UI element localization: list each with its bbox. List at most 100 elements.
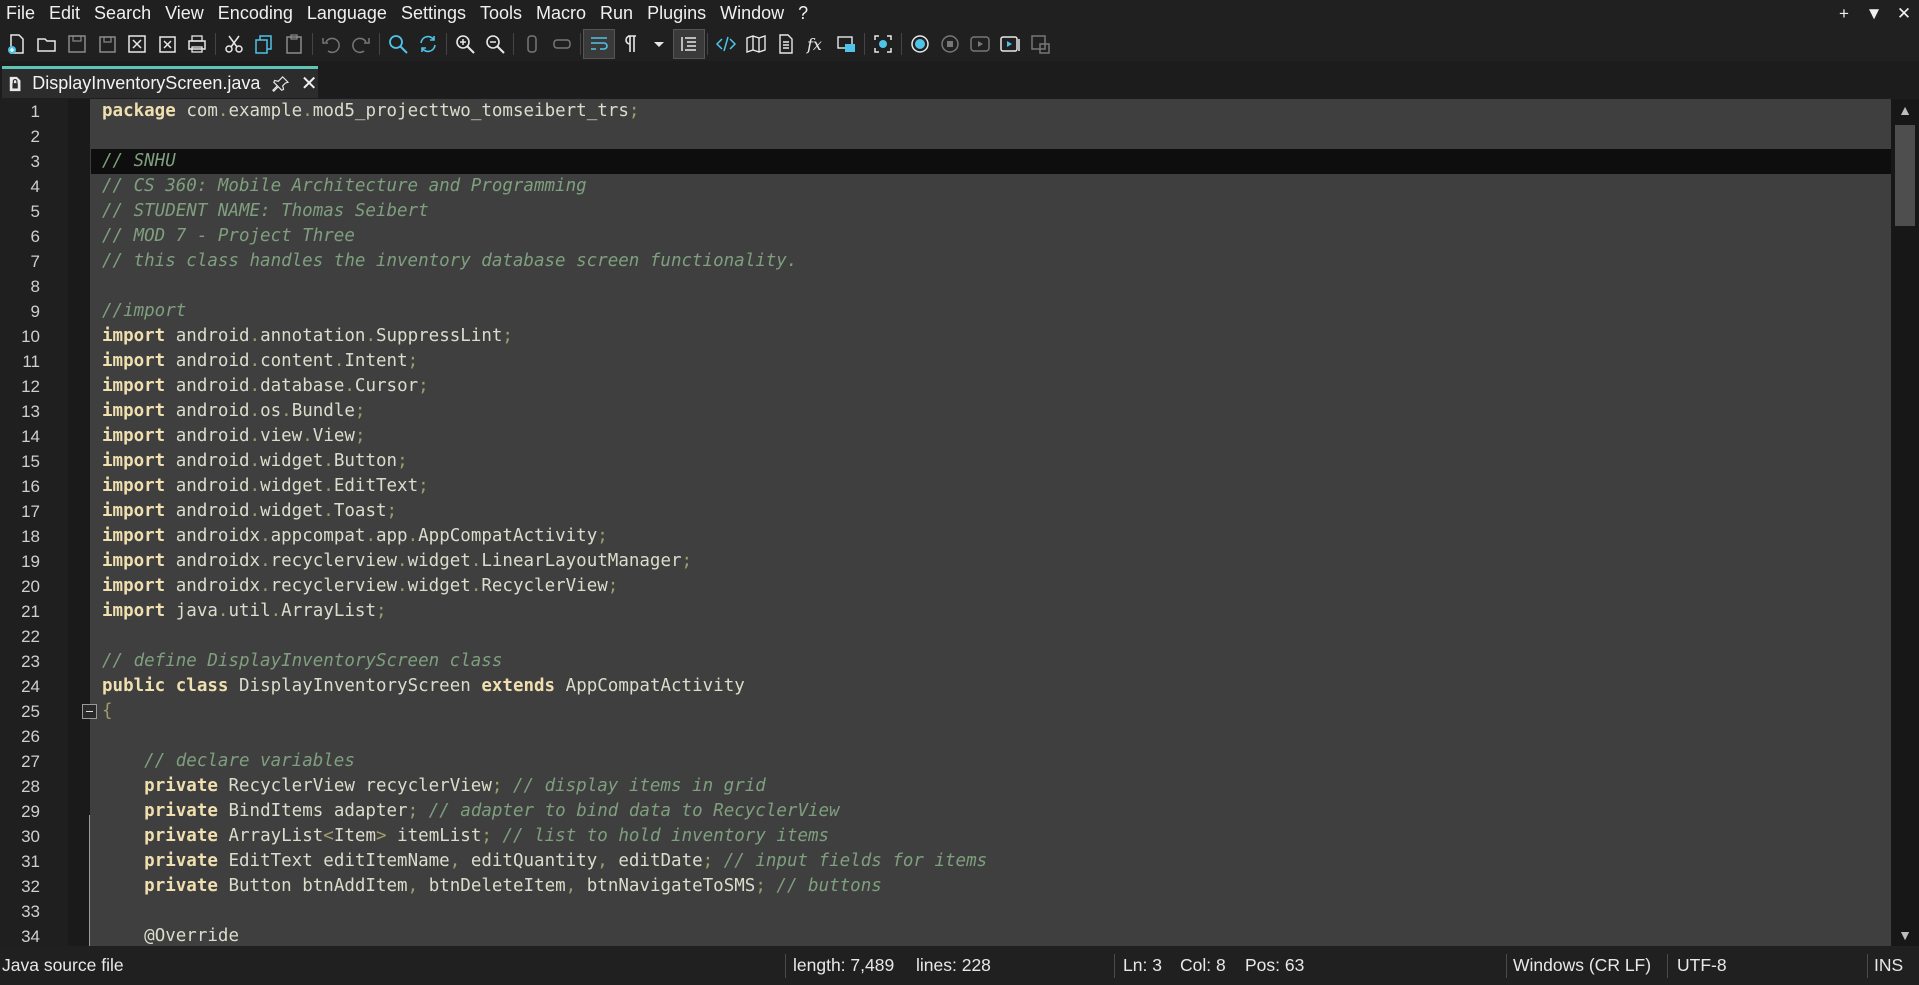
run-macro-multiple-icon[interactable]: [995, 30, 1025, 58]
code-text[interactable]: import android.widget.Button;: [91, 449, 1891, 474]
menu-search[interactable]: Search: [87, 0, 158, 27]
code-line[interactable]: 10 import android.annotation.SuppressLint…: [0, 324, 1891, 349]
code-text[interactable]: // CS 360: Mobile Architecture and Progr…: [91, 174, 1891, 199]
code-text[interactable]: import android.database.Cursor;: [91, 374, 1891, 399]
code-text[interactable]: [91, 899, 1891, 924]
folder-workspace-icon[interactable]: [831, 30, 861, 58]
code-text[interactable]: import android.view.View;: [91, 424, 1891, 449]
code-text[interactable]: [91, 274, 1891, 299]
save-macro-icon[interactable]: [1025, 30, 1055, 58]
copy-icon[interactable]: [249, 30, 279, 58]
code-line[interactable]: 13 import android.os.Bundle;: [0, 399, 1891, 424]
function-list-icon[interactable]: fx: [801, 30, 831, 58]
list-tabs-button[interactable]: ▼: [1859, 4, 1889, 24]
code-text[interactable]: import android.os.Bundle;: [91, 399, 1891, 424]
dropdown-icon[interactable]: [644, 30, 674, 58]
menu-file[interactable]: File: [0, 0, 42, 27]
code-line[interactable]: 4 // CS 360: Mobile Architecture and Prog…: [0, 174, 1891, 199]
code-line[interactable]: 26: [0, 724, 1891, 749]
code-line[interactable]: 11 import android.content.Intent;: [0, 349, 1891, 374]
code-line[interactable]: 28 private RecyclerView recyclerView; //…: [0, 774, 1891, 799]
code-text[interactable]: // MOD 7 - Project Three: [91, 224, 1891, 249]
code-text[interactable]: [91, 124, 1891, 149]
code-line[interactable]: 19 import androidx.recyclerview.widget.Li…: [0, 549, 1891, 574]
scroll-up-icon[interactable]: ▲: [1891, 99, 1919, 121]
code-line[interactable]: 7 // this class handles the inventory dat…: [0, 249, 1891, 274]
code-line[interactable]: 31 private EditText editItemName, editQu…: [0, 849, 1891, 874]
menu-window[interactable]: Window: [713, 0, 791, 27]
code-line[interactable]: 29 private BindItems adapter; // adapter…: [0, 799, 1891, 824]
code-text[interactable]: private ArrayList<Item> itemList; // lis…: [91, 824, 1891, 849]
code-line[interactable]: 17 import android.widget.Toast;: [0, 499, 1891, 524]
code-line[interactable]: 27 // declare variables: [0, 749, 1891, 774]
open-file-icon[interactable]: [32, 30, 62, 58]
code-line[interactable]: 34 @Override: [0, 924, 1891, 946]
code-line[interactable]: 5 // STUDENT NAME: Thomas Seibert: [0, 199, 1891, 224]
code-line[interactable]: 8: [0, 274, 1891, 299]
monitoring-icon[interactable]: [868, 30, 898, 58]
code-line[interactable]: 25 {: [0, 699, 1891, 724]
fold-toggle-icon[interactable]: [82, 704, 97, 719]
save-icon[interactable]: [62, 30, 92, 58]
code-line[interactable]: 6 // MOD 7 - Project Three: [0, 224, 1891, 249]
code-line[interactable]: 18 import androidx.appcompat.app.AppCompa…: [0, 524, 1891, 549]
menu-help[interactable]: ?: [791, 0, 815, 27]
code-text[interactable]: private BindItems adapter; // adapter to…: [91, 799, 1891, 824]
code-text[interactable]: // this class handles the inventory data…: [91, 249, 1891, 274]
word-wrap-icon[interactable]: [583, 29, 615, 59]
record-macro-icon[interactable]: [905, 30, 935, 58]
undo-icon[interactable]: [316, 30, 346, 58]
code-line[interactable]: 33: [0, 899, 1891, 924]
code-text[interactable]: // declare variables: [91, 749, 1891, 774]
code-line[interactable]: 16 import android.widget.EditText;: [0, 474, 1891, 499]
code-editor[interactable]: 1 package com.example.mod5_projecttwo_tom…: [0, 99, 1891, 946]
cut-icon[interactable]: [219, 30, 249, 58]
code-line[interactable]: 3 // SNHU: [0, 149, 1891, 174]
code-text[interactable]: import android.widget.EditText;: [91, 474, 1891, 499]
code-line[interactable]: 23 // define DisplayInventoryScreen class: [0, 649, 1891, 674]
code-text[interactable]: import android.content.Intent;: [91, 349, 1891, 374]
document-list-icon[interactable]: [771, 30, 801, 58]
code-line[interactable]: 20 import androidx.recyclerview.widget.Re…: [0, 574, 1891, 599]
code-line[interactable]: 12 import android.database.Cursor;: [0, 374, 1891, 399]
print-icon[interactable]: [182, 30, 212, 58]
code-text[interactable]: private Button btnAddItem, btnDeleteItem…: [91, 874, 1891, 899]
code-text[interactable]: import java.util.ArrayList;: [91, 599, 1891, 624]
menu-tools[interactable]: Tools: [473, 0, 529, 27]
code-text[interactable]: import androidx.appcompat.app.AppCompatA…: [91, 524, 1891, 549]
close-all-icon[interactable]: [152, 30, 182, 58]
code-text[interactable]: import androidx.recyclerview.widget.Line…: [91, 549, 1891, 574]
code-line[interactable]: 14 import android.view.View;: [0, 424, 1891, 449]
code-text[interactable]: [91, 624, 1891, 649]
save-all-icon[interactable]: [92, 30, 122, 58]
code-text[interactable]: @Override: [91, 924, 1891, 946]
code-line[interactable]: 15 import android.widget.Button;: [0, 449, 1891, 474]
document-map-icon[interactable]: [741, 30, 771, 58]
code-text[interactable]: private EditText editItemName, editQuant…: [91, 849, 1891, 874]
sync-horizontal-icon[interactable]: [547, 30, 577, 58]
menu-view[interactable]: View: [158, 0, 211, 27]
menu-run[interactable]: Run: [593, 0, 640, 27]
sync-vertical-icon[interactable]: [517, 30, 547, 58]
menu-encoding[interactable]: Encoding: [211, 0, 300, 27]
redo-icon[interactable]: [346, 30, 376, 58]
new-file-icon[interactable]: [2, 30, 32, 58]
zoom-out-icon[interactable]: [480, 30, 510, 58]
stop-macro-icon[interactable]: [935, 30, 965, 58]
code-line[interactable]: 2: [0, 124, 1891, 149]
show-all-chars-icon[interactable]: [614, 30, 644, 58]
code-line[interactable]: 22: [0, 624, 1891, 649]
close-tab-button[interactable]: ✕: [300, 71, 318, 96]
paste-icon[interactable]: [279, 30, 309, 58]
scroll-down-icon[interactable]: ▼: [1891, 924, 1919, 946]
menu-edit[interactable]: Edit: [42, 0, 87, 27]
code-text[interactable]: // define DisplayInventoryScreen class: [91, 649, 1891, 674]
code-line[interactable]: 1 package com.example.mod5_projecttwo_tom…: [0, 99, 1891, 124]
close-icon[interactable]: [122, 30, 152, 58]
indent-guide-icon[interactable]: [673, 29, 705, 59]
code-text[interactable]: public class DisplayInventoryScreen exte…: [91, 674, 1891, 699]
code-text[interactable]: // STUDENT NAME: Thomas Seibert: [91, 199, 1891, 224]
scroll-thumb[interactable]: [1895, 125, 1915, 226]
menu-plugins[interactable]: Plugins: [640, 0, 713, 27]
xml-tag-icon[interactable]: [711, 30, 741, 58]
